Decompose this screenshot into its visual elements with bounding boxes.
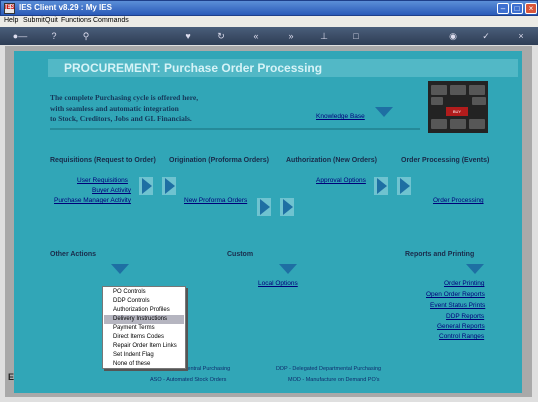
knowledge-base-arrow-icon[interactable] [375,107,393,117]
stop-icon[interactable]: □ [350,30,362,42]
ddp-reports-link[interactable]: DDP Reports [446,313,484,320]
toolbar: ●— ? ⚲ ♥ ↻ « » ⊥ □ ◉ ✓ × [0,27,538,45]
flow-arrow-icon [260,199,270,215]
menu-item-none[interactable]: None of these [104,360,184,369]
menu-item-repair-order-item-links[interactable]: Repair Order Item Links [104,342,184,351]
purchase-manager-activity-link[interactable]: Purchase Manager Activity [54,197,131,204]
origination-heading: Origination (Proforma Orders) [169,157,269,164]
forward-icon[interactable]: » [285,30,297,42]
event-status-prints-link[interactable]: Event Status Prints [430,302,485,309]
legend-ddp: DDP - Delegated Departmental Purchasing [276,366,382,372]
app-icon: IES [4,3,15,14]
flow-arrow-icon [400,178,410,194]
menu-bar: Help Submit Quit Functions Commands [0,16,538,27]
menu-functions[interactable]: Functions [61,17,91,24]
minimize-button[interactable]: – [497,3,509,14]
menu-item-delivery-instructions[interactable]: Delivery Instructions [104,315,184,324]
control-ranges-link[interactable]: Control Ranges [439,333,484,340]
keyboard-photo: BUY [428,81,488,133]
flow-arrow-icon [283,199,293,215]
menu-item-po-controls[interactable]: PO Controls [104,288,184,297]
legend-aso: ASO - Automated Stock Orders [150,377,227,383]
menu-quit[interactable]: Quit [45,17,58,24]
general-reports-link[interactable]: General Reports [437,323,485,330]
menu-item-ddp-controls[interactable]: DDP Controls [104,297,184,306]
window-title: IES Client v8.29 : My IES [19,3,112,12]
intro-line-1: The complete Purchasing cycle is offered… [50,93,199,102]
custom-heading: Custom [227,251,254,258]
local-options-link[interactable]: Local Options [258,280,298,287]
intro-line-2: with seamless and automatic integration [50,104,179,113]
refresh-icon[interactable]: ↻ [215,30,227,42]
page-banner: PROCUREMENT: Purchase Order Processing [48,59,518,77]
check-icon[interactable]: ✓ [480,30,492,42]
menu-item-direct-items-codes[interactable]: Direct Items Codes [104,333,184,342]
help-icon[interactable]: ? [48,30,60,42]
menu-item-authorization-profiles[interactable]: Authorization Profiles [104,306,184,315]
menu-item-payment-terms[interactable]: Payment Terms [104,324,184,333]
menu-help[interactable]: Help [4,17,18,24]
key-icon[interactable]: ●— [10,30,30,42]
pin-icon[interactable]: ⊥ [318,30,330,42]
authorization-heading: Authorization (New Orders) [286,157,378,164]
requisitions-heading: Requisitions (Request to Order) [50,157,156,164]
close-button[interactable]: × [525,3,537,14]
reports-heading: Reports and Printing [405,251,475,258]
other-actions-heading: Other Actions [50,251,97,258]
close-icon[interactable]: × [515,30,527,42]
buy-key: BUY [446,107,468,116]
new-proforma-orders-link[interactable]: New Proforma Orders [184,197,247,204]
processing-heading: Order Processing (Events) [401,157,490,164]
menu-item-set-indent-flag[interactable]: Set Indent Flag [104,351,184,360]
maximize-button[interactable]: □ [511,3,523,14]
approval-options-link[interactable]: Approval Options [316,177,366,184]
intro-line-3: to Stock, Creditors, Jobs and GL Financi… [50,114,192,123]
search-icon[interactable]: ⚲ [80,30,92,42]
other-actions-arrow-icon[interactable] [111,264,129,274]
rewind-icon[interactable]: « [250,30,262,42]
open-order-reports-link[interactable]: Open Order Reports [426,291,485,298]
knowledge-base-link[interactable]: Knowledge Base [316,113,365,120]
custom-arrow-icon[interactable] [279,264,297,274]
buyer-activity-link[interactable]: Buyer Activity [92,187,131,194]
other-actions-menu: PO Controls DDP Controls Authorization P… [102,286,186,369]
status-letter: E [8,372,15,382]
flow-arrow-icon [142,178,152,194]
reports-arrow-icon[interactable] [466,264,484,274]
flow-arrow-icon [165,178,175,194]
order-printing-link[interactable]: Order Printing [444,280,484,287]
title-bar: IES IES Client v8.29 : My IES – □ × [0,0,538,16]
procurement-page: PROCUREMENT: Purchase Order Processing T… [14,51,522,393]
menu-submit[interactable]: Submit [23,17,45,24]
menu-commands[interactable]: Commands [93,17,129,24]
legend-mod: MOD - Manufacture on Demand PO's [288,377,380,383]
flow-arrow-icon [377,178,387,194]
section-divider [50,128,420,130]
globe-icon[interactable]: ◉ [447,30,459,42]
user-requisitions-link[interactable]: User Requisitions [77,177,128,184]
page-title: PROCUREMENT: Purchase Order Processing [64,61,323,75]
heart-icon[interactable]: ♥ [182,30,194,42]
order-processing-link[interactable]: Order Processing [433,197,484,204]
